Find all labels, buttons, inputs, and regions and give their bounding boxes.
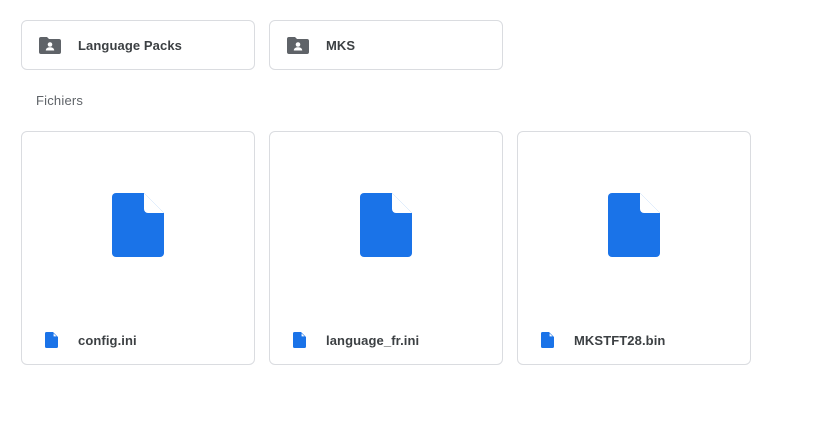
folder-label: Language Packs (78, 37, 182, 53)
file-name: MKSTFT28.bin (574, 332, 666, 348)
file-preview (518, 132, 750, 318)
file-grid: config.ini language_fr.ini MKSTFT28.bin (21, 131, 751, 365)
file-card-mkstft28[interactable]: MKSTFT28.bin (517, 131, 751, 365)
shared-folder-icon (287, 34, 309, 56)
file-icon (608, 193, 660, 257)
file-footer: language_fr.ini (270, 316, 502, 364)
files-section-title: Fichiers (36, 93, 84, 108)
file-card-language-fr[interactable]: language_fr.ini (269, 131, 503, 365)
file-icon (291, 331, 307, 349)
file-icon (112, 193, 164, 257)
folder-card-mks[interactable]: MKS (269, 20, 503, 70)
file-icon (360, 193, 412, 257)
file-footer: config.ini (22, 316, 254, 364)
file-name: config.ini (78, 332, 137, 348)
folder-card-language-packs[interactable]: Language Packs (21, 20, 255, 70)
file-icon (43, 331, 59, 349)
shared-folder-icon (39, 34, 61, 56)
drive-folder-view: Language Packs MKS Fichiers config.ini l… (0, 0, 818, 424)
file-footer: MKSTFT28.bin (518, 316, 750, 364)
file-preview (22, 132, 254, 318)
file-name: language_fr.ini (326, 332, 420, 348)
file-preview (270, 132, 502, 318)
file-card-config[interactable]: config.ini (21, 131, 255, 365)
folder-label: MKS (326, 37, 356, 53)
file-icon (539, 331, 555, 349)
folder-list: Language Packs MKS (21, 20, 503, 70)
